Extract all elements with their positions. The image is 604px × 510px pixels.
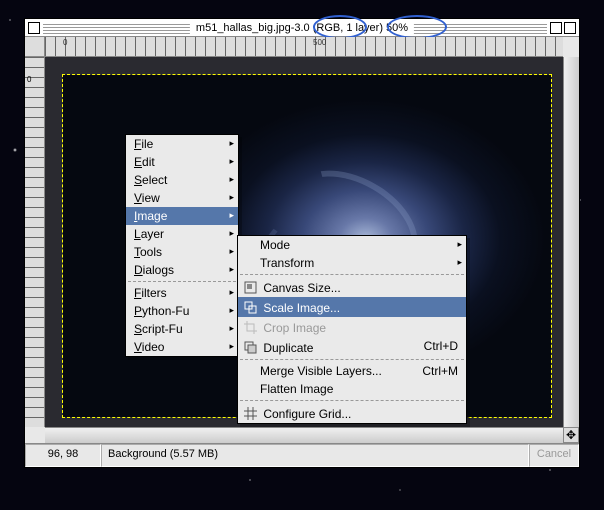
submenu-arrow-icon: ▸ (229, 192, 234, 203)
menu-item-transform[interactable]: Transform▸ (238, 254, 466, 272)
submenu-arrow-icon: ▸ (229, 246, 234, 257)
image-window: m51_hallas_big.jpg-3.0 (RGB, 1 layer) 50… (24, 18, 580, 468)
submenu-arrow-icon: ▸ (229, 305, 234, 316)
menu-separator (240, 274, 464, 275)
submenu-image: Mode▸ Transform▸ Canvas Size... Scale Im… (237, 235, 467, 424)
menu-item-filters[interactable]: Filters▸ (126, 284, 238, 302)
menu-item-python-fu[interactable]: Python-Fu▸ (126, 302, 238, 320)
close-window-button[interactable] (28, 22, 40, 34)
menu-item-video[interactable]: Video▸ (126, 338, 238, 356)
submenu-arrow-icon: ▸ (457, 239, 462, 250)
menu-item-merge-visible[interactable]: Merge Visible Layers...Ctrl+M (238, 362, 466, 380)
context-menu-main: File▸ Edit▸ Select▸ View▸ Image▸ Layer▸ … (125, 134, 239, 357)
shortcut-label: Ctrl+M (422, 364, 458, 378)
submenu-arrow-icon: ▸ (229, 323, 234, 334)
submenu-arrow-icon: ▸ (229, 341, 234, 352)
submenu-arrow-icon: ▸ (229, 287, 234, 298)
ruler-vertical[interactable]: 0 (25, 57, 45, 427)
submenu-arrow-icon: ▸ (229, 264, 234, 275)
canvas-size-icon (244, 281, 258, 297)
ruler-horizontal[interactable]: 0 500 (45, 37, 563, 57)
scale-image-icon (244, 301, 258, 317)
menu-item-image[interactable]: Image▸ (126, 207, 238, 225)
menu-item-edit[interactable]: Edit▸ (126, 153, 238, 171)
menu-item-script-fu[interactable]: Script-Fu▸ (126, 320, 238, 338)
ruler-origin[interactable] (25, 37, 45, 57)
submenu-arrow-icon: ▸ (229, 138, 234, 149)
menu-item-scale-image[interactable]: Scale Image... (238, 297, 466, 317)
scrollbar-vertical[interactable] (563, 57, 579, 427)
pan-navigation-button[interactable]: ✥ (563, 427, 579, 443)
grid-icon (244, 407, 258, 423)
menu-separator (240, 400, 464, 401)
titlebar[interactable]: m51_hallas_big.jpg-3.0 (RGB, 1 layer) 50… (25, 19, 579, 37)
menu-item-configure-grid[interactable]: Configure Grid... (238, 403, 466, 423)
crop-icon (244, 321, 258, 337)
menu-item-mode[interactable]: Mode▸ (238, 236, 466, 254)
menu-item-view[interactable]: View▸ (126, 189, 238, 207)
menu-separator (128, 281, 236, 282)
minimize-window-button[interactable] (550, 22, 562, 34)
menu-item-select[interactable]: Select▸ (126, 171, 238, 189)
cancel-button[interactable]: Cancel (529, 444, 579, 467)
menu-item-canvas-size[interactable]: Canvas Size... (238, 277, 466, 297)
shortcut-label: Ctrl+D (424, 339, 458, 353)
menu-item-tools[interactable]: Tools▸ (126, 243, 238, 261)
submenu-arrow-icon: ▸ (229, 174, 234, 185)
menu-item-file[interactable]: File▸ (126, 135, 238, 153)
menu-item-layer[interactable]: Layer▸ (126, 225, 238, 243)
menu-item-flatten[interactable]: Flatten Image (238, 380, 466, 398)
status-layer-info: Background (5.57 MB) (101, 444, 529, 467)
maximize-window-button[interactable] (564, 22, 576, 34)
submenu-arrow-icon: ▸ (229, 210, 234, 221)
menu-item-dialogs[interactable]: Dialogs▸ (126, 261, 238, 279)
scrollbar-horizontal[interactable] (45, 427, 563, 443)
duplicate-icon (244, 341, 258, 357)
submenu-arrow-icon: ▸ (457, 257, 462, 268)
submenu-arrow-icon: ▸ (229, 156, 234, 167)
menu-item-crop-image: Crop Image (238, 317, 466, 337)
status-coordinates: 96, 98 (25, 444, 101, 467)
menu-item-duplicate[interactable]: Duplicate Ctrl+D (238, 337, 466, 357)
submenu-arrow-icon: ▸ (229, 228, 234, 239)
menu-separator (240, 359, 464, 360)
statusbar: 96, 98 Background (5.57 MB) Cancel (25, 443, 579, 467)
window-title: m51_hallas_big.jpg-3.0 (RGB, 1 layer) 50… (190, 22, 414, 34)
